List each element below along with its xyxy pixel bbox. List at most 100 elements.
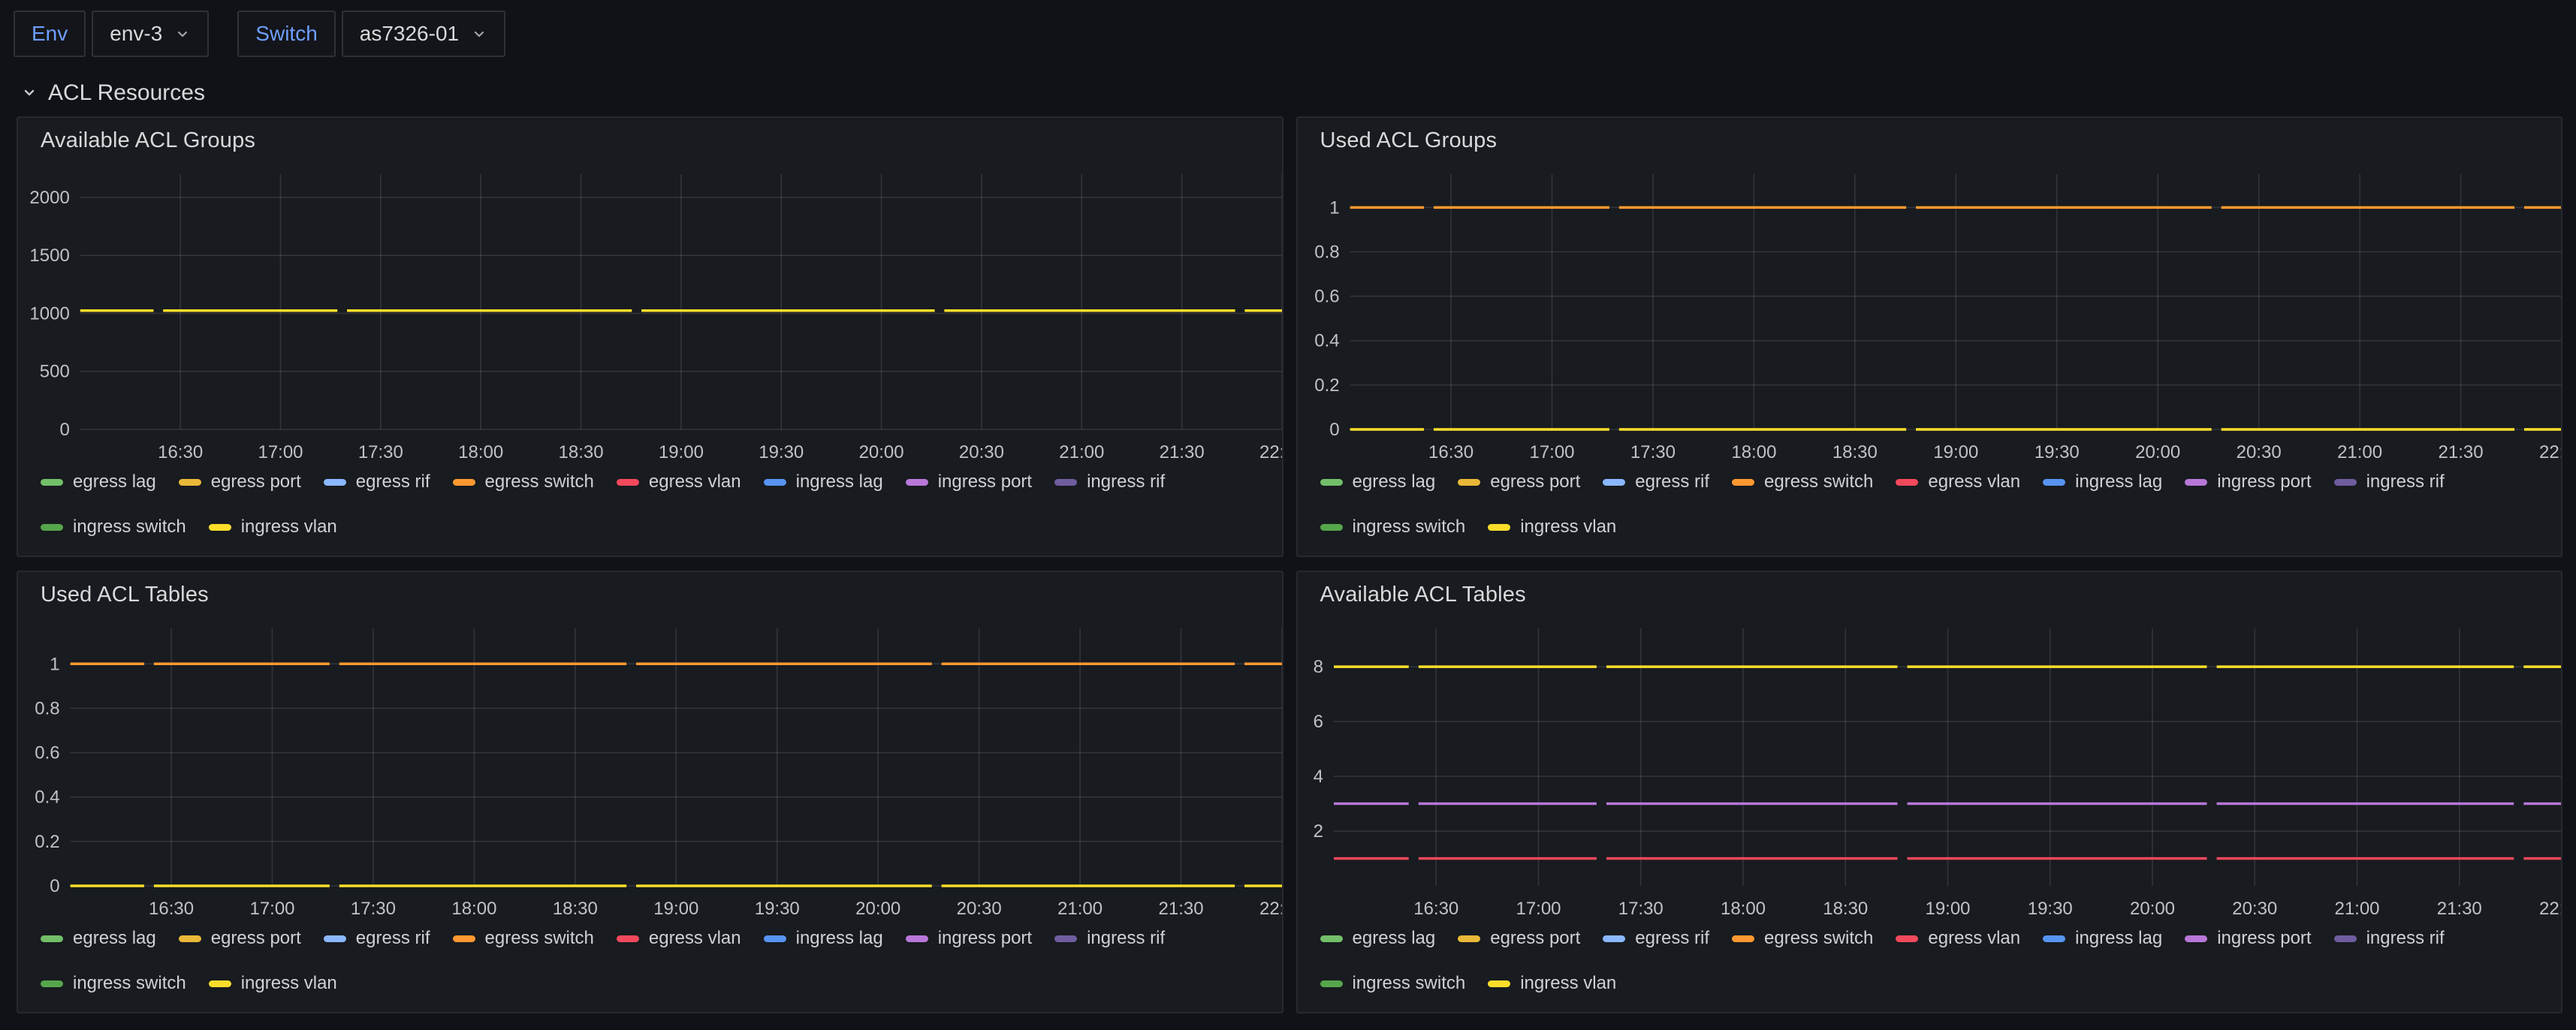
legend-item-ingress-lag[interactable]: ingress lag: [2043, 471, 2162, 492]
legend-swatch: [41, 980, 63, 987]
legend-item-egress-vlan[interactable]: egress vlan: [617, 928, 741, 949]
legend-label: ingress lag: [796, 928, 883, 949]
legend-swatch: [453, 935, 475, 942]
legend-item-egress-rif[interactable]: egress rif: [1603, 928, 1709, 949]
x-tick-label: 18:30: [553, 899, 598, 919]
legend-item-egress-lag[interactable]: egress lag: [41, 928, 156, 949]
legend-item-egress-port[interactable]: egress port: [179, 471, 301, 492]
legend-label: egress port: [211, 928, 301, 949]
legend-item-egress-vlan[interactable]: egress vlan: [1896, 928, 2020, 949]
legend-label: egress lag: [1353, 471, 1436, 492]
legend-label: ingress switch: [1353, 973, 1466, 994]
legend-swatch: [906, 479, 928, 486]
panel-available-acl-groups: Available ACL Groups 050010001500200016:…: [17, 116, 1283, 557]
legend-item-ingress-port[interactable]: ingress port: [906, 471, 1032, 492]
legend-item-ingress-lag[interactable]: ingress lag: [2043, 928, 2162, 949]
legend-item-ingress-vlan[interactable]: ingress vlan: [1488, 517, 1616, 538]
legend-swatch: [179, 479, 201, 486]
legend-swatch: [209, 524, 231, 531]
legend-item-egress-switch[interactable]: egress switch: [1732, 471, 1873, 492]
legend-label: ingress vlan: [241, 517, 337, 538]
legend-item-egress-vlan[interactable]: egress vlan: [1896, 471, 2020, 492]
x-tick-label: 20:00: [2129, 899, 2174, 919]
variable-env-value-dropdown[interactable]: env-3: [92, 11, 209, 57]
x-tick-label: 20:30: [959, 442, 1004, 462]
legend-item-ingress-switch[interactable]: ingress switch: [41, 517, 186, 538]
row-header-acl-resources[interactable]: ACL Resources: [0, 57, 2576, 110]
panel-title[interactable]: Used ACL Tables: [18, 572, 1282, 606]
legend-swatch: [2185, 935, 2207, 942]
x-tick-label: 21:30: [2438, 442, 2483, 462]
x-tick-label: 20:30: [2236, 442, 2281, 462]
legend-label: egress port: [1490, 928, 1580, 949]
legend-item-egress-vlan[interactable]: egress vlan: [617, 471, 741, 492]
y-tick-label: 500: [40, 362, 70, 382]
x-tick-label: 16:30: [1413, 899, 1458, 919]
legend-swatch: [1320, 524, 1343, 531]
x-tick-label: 21:00: [1057, 899, 1102, 919]
x-tick-label: 17:00: [1529, 442, 1574, 462]
panel-used-acl-tables: Used ACL Tables 00.20.40.60.8116:3017:00…: [17, 571, 1283, 1013]
legend-item-egress-lag[interactable]: egress lag: [1320, 928, 1436, 949]
panel-used-acl-groups: Used ACL Groups 00.20.40.60.8116:3017:00…: [1296, 116, 2563, 557]
dashboard-toolbar: Env env-3 Switch as7326-01: [0, 0, 2576, 57]
legend-item-egress-rif[interactable]: egress rif: [324, 471, 430, 492]
panel-title[interactable]: Used ACL Groups: [1298, 118, 2562, 152]
x-tick-label: 21:00: [1059, 442, 1104, 462]
chart-available-acl-tables: 246816:3017:0017:3018:0018:3019:0019:302…: [1298, 606, 2562, 923]
legend-swatch: [324, 479, 346, 486]
legend-item-egress-switch[interactable]: egress switch: [453, 471, 594, 492]
legend-item-ingress-vlan[interactable]: ingress vlan: [1488, 973, 1616, 994]
legend-label: egress vlan: [1928, 471, 2020, 492]
x-tick-label: 18:30: [559, 442, 604, 462]
legend-item-ingress-rif[interactable]: ingress rif: [1054, 471, 1165, 492]
x-tick-label: 22:00: [1259, 899, 1282, 919]
legend-item-ingress-rif[interactable]: ingress rif: [2334, 928, 2445, 949]
legend-item-egress-lag[interactable]: egress lag: [1320, 471, 1436, 492]
legend-swatch: [1732, 935, 1754, 942]
variable-switch-value-dropdown[interactable]: as7326-01: [342, 11, 505, 57]
legend-label: ingress port: [938, 471, 1032, 492]
panel-title[interactable]: Available ACL Tables: [1298, 572, 2562, 606]
legend-item-ingress-switch[interactable]: ingress switch: [41, 973, 186, 994]
x-tick-label: 18:30: [1832, 442, 1877, 462]
panel-title[interactable]: Available ACL Groups: [18, 118, 1282, 152]
legend-item-egress-port[interactable]: egress port: [1458, 471, 1580, 492]
row-title: ACL Resources: [48, 80, 205, 106]
legend-item-ingress-port[interactable]: ingress port: [2185, 928, 2311, 949]
legend-item-egress-rif[interactable]: egress rif: [1603, 471, 1709, 492]
x-tick-label: 16:30: [158, 442, 203, 462]
variable-env: Env env-3: [14, 11, 209, 57]
legend-label: ingress port: [2217, 928, 2311, 949]
x-tick-label: 22:00: [2538, 442, 2561, 462]
legend-swatch: [1896, 935, 1918, 942]
variable-env-label: Env: [14, 11, 86, 57]
legend-label: ingress lag: [2075, 471, 2162, 492]
legend-item-ingress-switch[interactable]: ingress switch: [1320, 517, 1466, 538]
legend-item-egress-lag[interactable]: egress lag: [41, 471, 156, 492]
legend-item-ingress-switch[interactable]: ingress switch: [1320, 973, 1466, 994]
legend-item-egress-switch[interactable]: egress switch: [1732, 928, 1873, 949]
legend-item-egress-switch[interactable]: egress switch: [453, 928, 594, 949]
legend-item-ingress-rif[interactable]: ingress rif: [1054, 928, 1165, 949]
legend-item-egress-port[interactable]: egress port: [179, 928, 301, 949]
legend-item-ingress-vlan[interactable]: ingress vlan: [209, 517, 337, 538]
legend-swatch: [2334, 479, 2357, 486]
chart-legend: egress lag egress port egress rif egress sw…: [1298, 923, 2562, 1012]
legend-label: egress port: [1490, 471, 1580, 492]
legend-item-ingress-port[interactable]: ingress port: [2185, 471, 2311, 492]
legend-item-ingress-port[interactable]: ingress port: [906, 928, 1032, 949]
chart-canvas: 246816:3017:0017:3018:0018:3019:0019:302…: [1298, 606, 2562, 923]
legend-item-ingress-lag[interactable]: ingress lag: [764, 471, 883, 492]
legend-label: ingress switch: [73, 973, 186, 994]
legend-item-egress-rif[interactable]: egress rif: [324, 928, 430, 949]
chevron-down-icon: [174, 26, 191, 42]
legend-item-egress-port[interactable]: egress port: [1458, 928, 1580, 949]
legend-item-ingress-vlan[interactable]: ingress vlan: [209, 973, 337, 994]
legend-label: ingress rif: [2366, 928, 2445, 949]
legend-item-ingress-lag[interactable]: ingress lag: [764, 928, 883, 949]
x-tick-label: 17:00: [1516, 899, 1561, 919]
legend-item-ingress-rif[interactable]: ingress rif: [2334, 471, 2445, 492]
chart-used-acl-tables: 00.20.40.60.8116:3017:0017:3018:0018:301…: [18, 606, 1282, 923]
y-tick-label: 0.2: [35, 832, 59, 852]
